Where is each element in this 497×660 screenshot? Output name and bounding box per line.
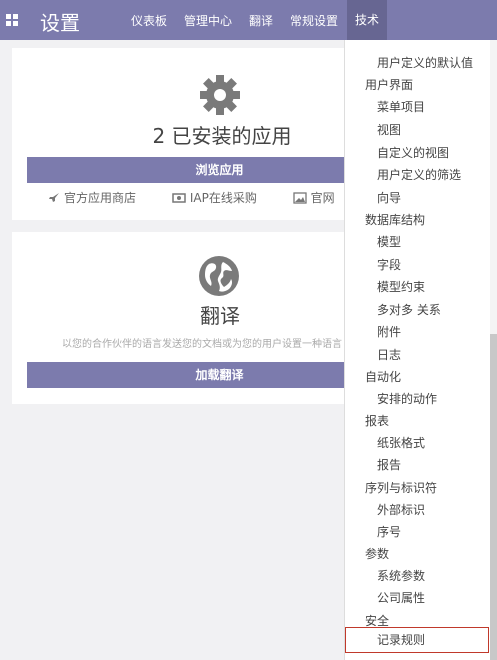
nav-dashboard[interactable]: 仪表板 — [131, 12, 167, 29]
official-store-link[interactable]: 官方应用商店 — [48, 189, 136, 206]
menu-item[interactable]: 附件 — [377, 323, 497, 340]
globe-icon — [199, 256, 239, 296]
image-icon — [293, 191, 307, 204]
nav-technical[interactable]: 技术 — [347, 0, 388, 40]
menu-item[interactable]: 纸张格式 — [377, 434, 497, 451]
menu-item[interactable]: 系统参数 — [377, 567, 497, 584]
technical-dropdown-menu: 用户定义的默认值 用户界面 菜单项目 视图 自定义的视图 用户定义的筛选 向导 … — [344, 40, 497, 660]
menu-item[interactable]: 菜单项目 — [377, 98, 497, 115]
menu-item[interactable]: 公司属性 — [377, 589, 497, 606]
app-title: 设置 — [40, 11, 80, 35]
gear-icon — [200, 75, 240, 115]
menu-section-header: 用户界面 — [365, 78, 414, 92]
menu-item[interactable]: 用户定义的默认值 — [377, 54, 497, 71]
rocket-icon — [49, 192, 59, 202]
menu-item[interactable]: 报告 — [377, 456, 497, 473]
credit-card-icon — [172, 192, 186, 203]
menu-item[interactable]: 视图 — [377, 121, 497, 138]
translation-description: 以您的合作伙伴的语言发送您的文档或为您的用户设置一种语言 — [62, 339, 342, 350]
nav-admin-center[interactable]: 管理中心 — [184, 12, 232, 29]
installed-apps-count: 2 已安装的应用 — [152, 124, 292, 148]
official-site-link[interactable]: 官网 — [293, 189, 335, 206]
menu-item[interactable]: 日志 — [377, 346, 497, 363]
menu-item[interactable]: 向导 — [377, 189, 497, 206]
top-navbar: 设置 仪表板 管理中心 翻译 常规设置 技术 — [0, 0, 497, 40]
iap-label: IAP在线采购 — [189, 191, 257, 205]
menu-section-header: 数据库结构 — [365, 213, 426, 227]
menu-item[interactable]: 多对多 关系 — [377, 301, 497, 318]
menu-item[interactable]: 用户定义的筛选 — [377, 166, 497, 183]
app-grid-icon[interactable] — [6, 14, 18, 26]
dropdown-scrollbar-thumb[interactable] — [490, 334, 497, 660]
menu-item[interactable]: 外部标识 — [377, 501, 497, 518]
menu-item[interactable]: 模型 — [377, 233, 497, 250]
menu-item[interactable]: 序号 — [377, 523, 497, 540]
menu-section-header: 序列与标识符 — [365, 481, 438, 495]
menu-section-header: 自动化 — [365, 370, 402, 384]
menu-section-header: 报表 — [365, 414, 390, 428]
menu-section-header: 参数 — [365, 547, 390, 561]
apps-links: 官方应用商店 IAP在线采购 官网 — [48, 189, 367, 207]
menu-item[interactable]: 自定义的视图 — [377, 144, 497, 161]
official-site-label: 官网 — [310, 191, 335, 205]
nav-translation[interactable]: 翻译 — [249, 12, 273, 29]
official-store-label: 官方应用商店 — [64, 191, 137, 205]
menu-item-record-rules[interactable]: 记录规则 — [345, 627, 489, 653]
menu-item[interactable]: 安排的动作 — [377, 390, 497, 407]
menu-item[interactable]: 模型约束 — [377, 278, 497, 295]
iap-link[interactable]: IAP在线采购 — [172, 189, 257, 206]
nav-general-settings[interactable]: 常规设置 — [290, 12, 338, 29]
menu-item[interactable]: 字段 — [377, 256, 497, 273]
